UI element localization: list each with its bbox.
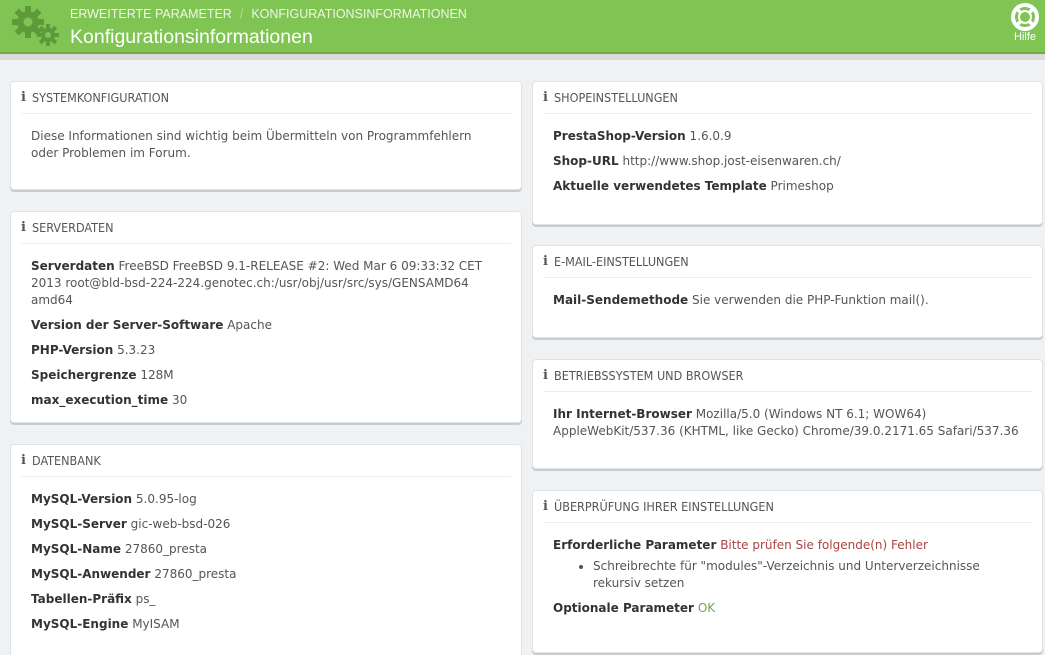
info-row: max_execution_time 30 [31,392,501,409]
info-row: MySQL-Server gic-web-bsd-026 [31,516,501,533]
info-row: MySQL-Version 5.0.95-log [31,491,501,508]
info-value: 5.3.23 [117,343,156,357]
header-divider [0,52,1045,60]
info-value: gic-web-bsd-026 [130,517,231,531]
info-row: PHP-Version 5.3.23 [31,342,501,359]
panel-heading: i SYSTEMKONFIGURATION [21,82,511,114]
info-row: Shop-URL http://www.shop.jost-eisenwaren… [553,153,1022,170]
gears-icon [12,6,59,46]
lifebuoy-icon [1011,3,1039,31]
info-label: Mail-Sendemethode [553,293,689,307]
breadcrumb-separator: / [239,7,244,21]
info-value: Apache [227,318,272,332]
info-label: Serverdaten [31,259,115,273]
info-icon: i [21,90,26,105]
info-icon: i [543,90,548,105]
panel-title: E-MAIL-EINSTELLUNGEN [554,254,689,269]
error-status: Bitte prüfen Sie folgende(n) Fehler [720,538,928,552]
info-row: Ihr Internet-Browser Mozilla/5.0 (Window… [553,406,1022,440]
info-value: MyISAM [132,617,180,631]
info-label: Speichergrenze [31,368,137,382]
info-label: Optionale Parameter [553,601,694,615]
panel-system-config: i SYSTEMKONFIGURATION Diese Informatione… [10,81,522,190]
panel-heading: i SERVERDATEN [21,212,511,244]
breadcrumb-item-config[interactable]: KONFIGURATIONSINFORMATIONEN [251,7,467,21]
error-item: Schreibrechte für "modules"-Verzeichnis … [593,558,1022,592]
info-value: Primeshop [770,179,834,193]
panel-title: DATENBANK [32,453,101,468]
panel-title: SYSTEMKONFIGURATION [32,90,169,105]
info-icon: i [543,254,548,269]
panel-title: ÜBERPRÜFUNG IHRER EINSTELLUNGEN [554,499,774,514]
panel-heading: i BETRIEBSSYSTEM UND BROWSER [543,360,1032,392]
panel-heading: i SHOPEINSTELLUNGEN [543,82,1032,114]
info-label: PHP-Version [31,343,114,357]
system-config-text: Diese Informationen sind wichtig beim Üb… [31,129,472,160]
panel-title: SERVERDATEN [32,220,114,235]
info-row: Tabellen-Präfix ps_ [31,591,501,608]
info-value: 5.0.95-log [135,492,197,506]
info-row: MySQL-Anwender 27860_presta [31,566,501,583]
info-label: Version der Server-Software [31,318,224,332]
info-icon: i [21,220,26,235]
info-value: 30 [171,393,188,407]
info-row: Version der Server-Software Apache [31,317,501,334]
required-params-row: Erforderliche Parameter Bitte prüfen Sie… [553,537,1022,554]
info-label: Ihr Internet-Browser [553,407,692,421]
info-label: max_execution_time [31,393,169,407]
panel-heading: i ÜBERPRÜFUNG IHRER EINSTELLUNGEN [543,491,1032,523]
page-title: Konfigurationsinformationen [70,26,313,48]
error-list: Schreibrechte für "modules"-Verzeichnis … [593,558,1022,592]
info-row: Mail-Sendemethode Sie verwenden die PHP-… [553,292,1022,309]
info-icon: i [21,453,26,468]
panel-database: i DATENBANK MySQL-Version 5.0.95-log MyS… [10,444,522,655]
info-label: MySQL-Engine [31,617,129,631]
breadcrumb-item-advanced[interactable]: ERWEITERTE PARAMETER [70,7,232,21]
panel-shop-settings: i SHOPEINSTELLUNGEN PrestaShop-Version 1… [532,81,1043,225]
panel-server-data: i SERVERDATEN Serverdaten FreeBSD FreeBS… [10,211,522,423]
panel-title: BETRIEBSSYSTEM UND BROWSER [554,368,744,383]
info-value: 27860_presta [124,542,208,556]
info-row: Speichergrenze 128M [31,367,501,384]
info-row: PrestaShop-Version 1.6.0.9 [553,128,1022,145]
info-label: Aktuelle verwendetes Template [553,179,767,193]
optional-params-row: Optionale Parameter OK [553,600,1022,617]
info-value: 27860_presta [154,567,237,581]
info-label: MySQL-Version [31,492,133,506]
help-label: Hilfe [1013,31,1036,43]
page-header: ERWEITERTE PARAMETER / KONFIGURATIONSINFOR… [0,0,1045,52]
info-label: Erforderliche Parameter [553,538,717,552]
info-value: 128M [140,368,174,382]
info-label: MySQL-Anwender [31,567,151,581]
info-icon: i [543,368,548,383]
info-value: Sie verwenden die PHP-Funktion mail(). [692,293,929,307]
panel-os-browser: i BETRIEBSSYSTEM UND BROWSER Ihr Interne… [532,359,1043,469]
panel-title: SHOPEINSTELLUNGEN [554,90,678,105]
panel-email-settings: i E-MAIL-EINSTELLUNGEN Mail-Sendemethode… [532,245,1043,338]
shop-url-link[interactable]: http://www.shop.jost-eisenwaren.ch/ [622,154,840,168]
info-label: Tabellen-Präfix [31,592,132,606]
info-row: MySQL-Name 27860_presta [31,541,501,558]
panel-heading: i E-MAIL-EINSTELLUNGEN [543,246,1032,278]
info-row: MySQL-Engine MyISAM [31,616,501,633]
breadcrumb: ERWEITERTE PARAMETER / KONFIGURATIONSINFOR… [70,7,467,21]
info-row: Aktuelle verwendetes Template Primeshop [553,178,1022,195]
info-value: ps_ [135,592,156,606]
info-label: PrestaShop-Version [553,129,686,143]
info-value: 1.6.0.9 [689,129,732,143]
ok-status: OK [697,601,716,615]
info-icon: i [543,499,548,514]
info-label: MySQL-Name [31,542,122,556]
help-button[interactable]: Hilfe [1008,3,1042,47]
panel-heading: i DATENBANK [21,445,511,477]
info-row: Serverdaten FreeBSD FreeBSD 9.1-RELEASE … [31,258,501,309]
info-label: MySQL-Server [31,517,127,531]
info-label: Shop-URL [553,154,619,168]
panel-settings-check: i ÜBERPRÜFUNG IHRER EINSTELLUNGEN Erford… [532,490,1043,653]
